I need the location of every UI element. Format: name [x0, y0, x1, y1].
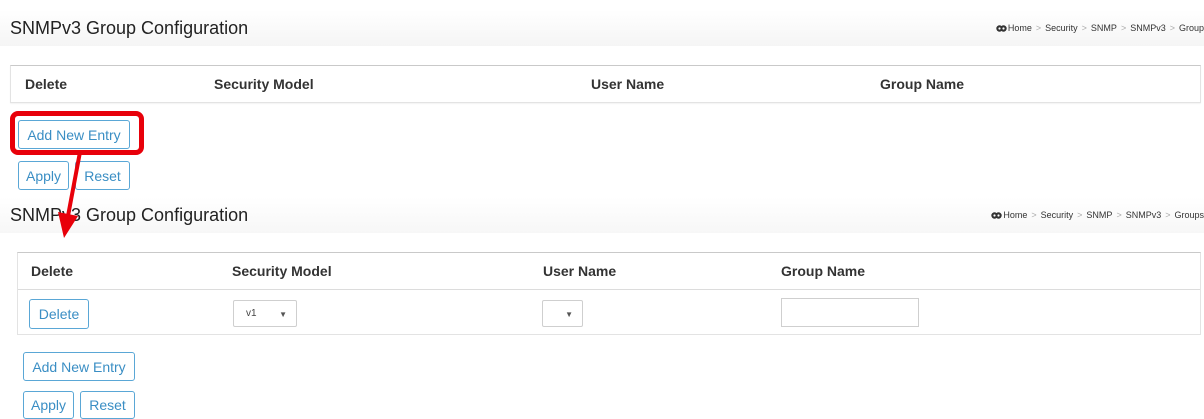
breadcrumb-separator: >: [1169, 23, 1175, 33]
breadcrumb-separator: >: [1031, 210, 1037, 220]
column-header-delete: Delete: [31, 263, 74, 279]
table-row: Delete v1 ▼ ▼: [18, 290, 1200, 335]
breadcrumb-snmp[interactable]: SNMP: [1086, 210, 1112, 220]
breadcrumb-snmpv3[interactable]: SNMPv3: [1130, 23, 1166, 33]
chevron-down-icon: ▼: [565, 310, 573, 319]
breadcrumb-snmpv3[interactable]: SNMPv3: [1126, 210, 1162, 220]
group-table: Delete Security Model User Name Group Na…: [10, 65, 1201, 103]
breadcrumb-separator: >: [1081, 23, 1087, 33]
breadcrumb: Home > Security > SNMP > SNMPv3 > Group: [996, 23, 1204, 33]
breadcrumb-separator: >: [1116, 210, 1122, 220]
security-model-select[interactable]: v1 ▼: [233, 300, 297, 327]
page-title: SNMPv3 Group Configuration: [10, 204, 249, 225]
breadcrumb-separator: >: [1077, 210, 1083, 220]
column-header-group-name: Group Name: [880, 76, 965, 92]
table-header-row: Delete Security Model User Name Group Na…: [18, 253, 1200, 290]
breadcrumb-separator: >: [1120, 23, 1127, 33]
highlight-annotation: [10, 111, 144, 155]
breadcrumb-security[interactable]: Security: [1045, 23, 1078, 33]
reset-button[interactable]: Reset: [75, 161, 130, 190]
breadcrumb-security[interactable]: Security: [1041, 210, 1074, 220]
column-header-security-model: Security Model: [214, 76, 314, 92]
column-header-delete: Delete: [25, 76, 68, 92]
user-name-select[interactable]: ▼: [542, 300, 583, 327]
page-header: SNMPv3 Group Configuration Home > Securi…: [0, 10, 1204, 46]
breadcrumb-snmp[interactable]: SNMP: [1091, 23, 1117, 33]
column-header-user-name: User Name: [591, 76, 665, 92]
table-header-row: Delete Security Model User Name Group Na…: [11, 66, 1200, 103]
group-table: Delete Security Model User Name Group Na…: [17, 252, 1201, 335]
apply-button[interactable]: Apply: [18, 161, 69, 190]
breadcrumb: Home > Security > SNMP > SNMPv3 > Groups: [991, 210, 1204, 220]
page-header: SNMPv3 Group Configuration Home > Securi…: [0, 197, 1204, 233]
column-header-security-model: Security Model: [232, 263, 332, 279]
breadcrumb-home[interactable]: Home: [1008, 23, 1032, 33]
breadcrumb-separator: >: [1035, 23, 1042, 33]
security-model-value: v1: [246, 308, 257, 319]
home-icon: [996, 24, 1007, 33]
delete-button[interactable]: Delete: [29, 299, 89, 329]
page-title: SNMPv3 Group Configuration: [10, 17, 249, 38]
breadcrumb-group: Group: [1178, 23, 1204, 33]
group-name-input[interactable]: [781, 298, 919, 327]
breadcrumb-home[interactable]: Home: [1003, 210, 1027, 220]
column-header-group-name: Group Name: [781, 263, 866, 279]
column-header-user-name: User Name: [543, 263, 617, 279]
reset-button[interactable]: Reset: [80, 391, 135, 419]
home-icon: [991, 211, 1003, 220]
chevron-down-icon: ▼: [279, 310, 287, 319]
breadcrumb-separator: >: [1165, 210, 1171, 220]
add-new-entry-button[interactable]: Add New Entry: [23, 352, 135, 381]
apply-button[interactable]: Apply: [23, 391, 74, 419]
breadcrumb-groups: Groups: [1174, 210, 1204, 220]
